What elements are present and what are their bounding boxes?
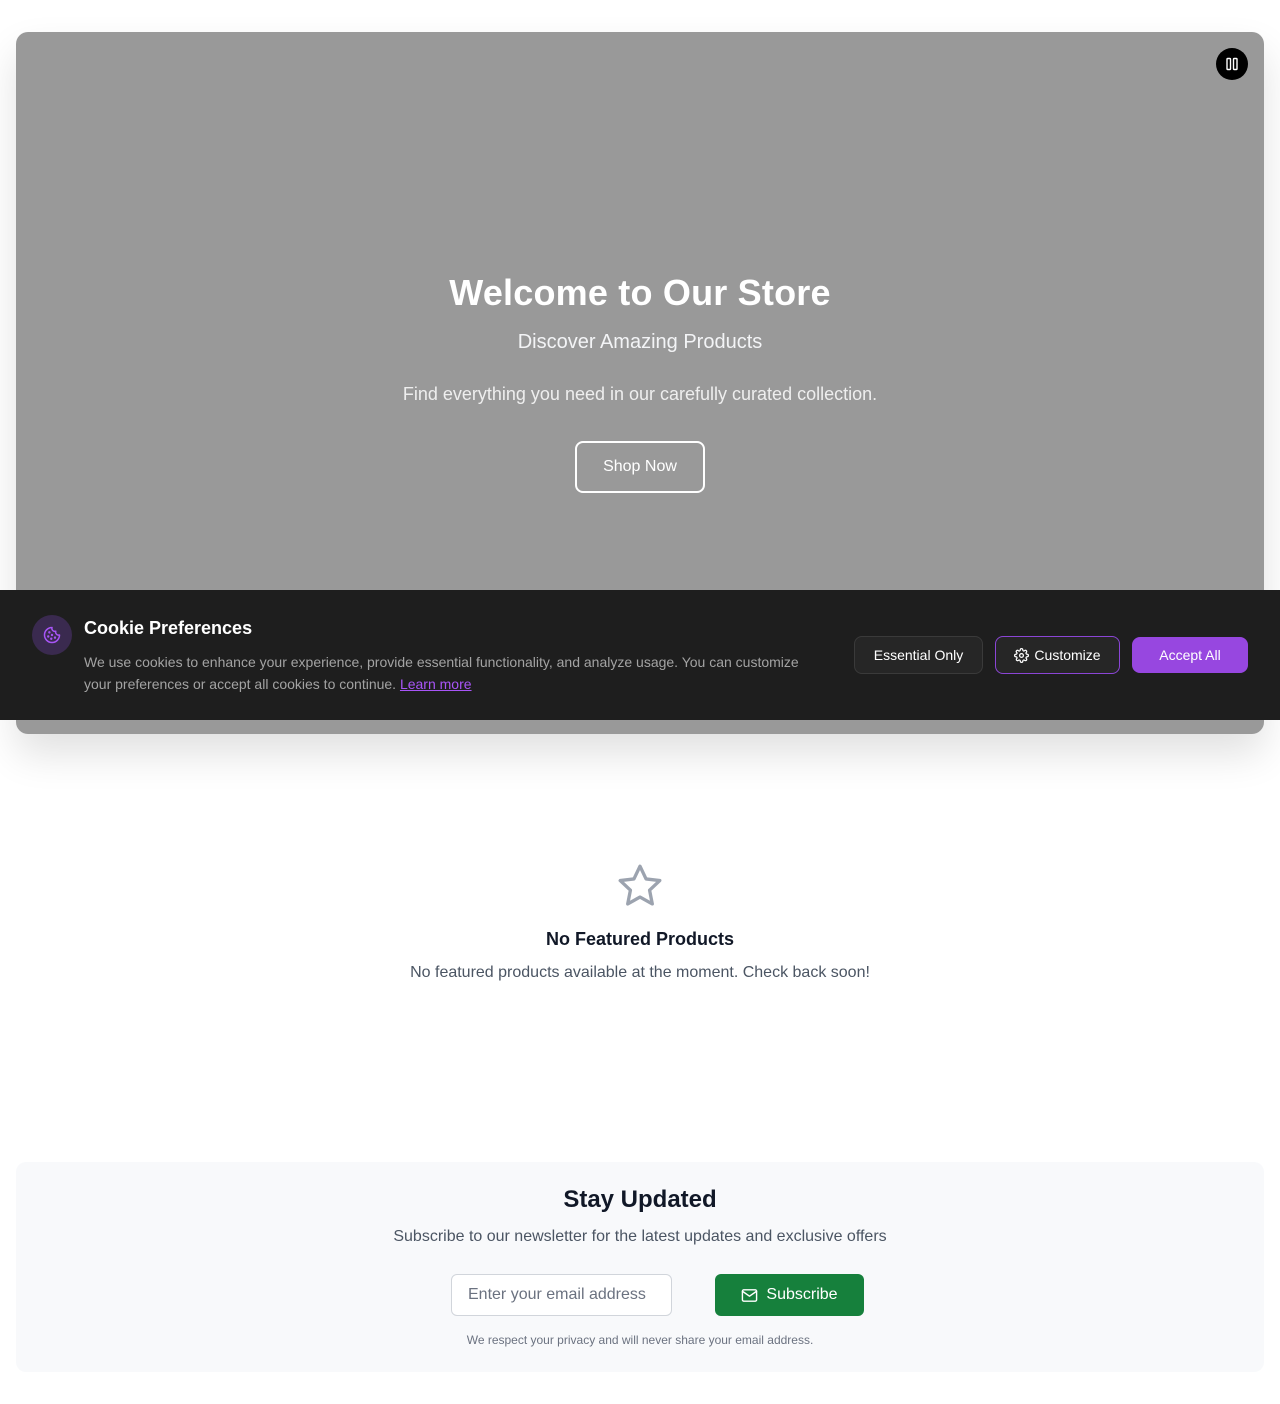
essential-only-button[interactable]: Essential Only [854,636,983,674]
privacy-note: We respect your privacy and will never s… [466,1333,814,1347]
cookie-icon-badge [32,615,72,655]
cookie-icon [43,626,61,644]
cookie-title: Cookie Preferences [84,618,253,638]
pause-icon [1226,57,1238,71]
empty-state-title: No Featured Products [545,929,735,949]
star-icon [618,864,662,906]
mail-icon [742,1288,758,1302]
hero-subtitle: Discover Amazing Products [517,331,763,353]
newsletter-title: Stay Updated [563,1186,717,1213]
learn-more-link[interactable]: Learn more [400,676,472,692]
email-input[interactable] [451,1274,672,1316]
subscribe-label: Subscribe [766,1286,838,1303]
pause-button[interactable] [1216,48,1248,80]
hero-description: Find everything you need in our carefull… [402,384,878,404]
empty-state-text: No featured products available at the mo… [410,964,870,981]
hero-title: Welcome to Our Store [449,272,831,313]
page: Welcome to Our Store Discover Amazing Pr… [0,0,1280,1404]
customize-button[interactable]: Customize [995,636,1120,674]
cookie-consent-bar: Cookie Preferences We use cookies to enh… [0,590,1280,720]
newsletter-section: Stay Updated Subscribe to our newsletter… [16,1162,1264,1372]
accept-all-button[interactable]: Accept All [1132,637,1248,673]
cookie-description: We use cookies to enhance your experienc… [84,651,804,695]
gear-icon [1014,647,1030,663]
customize-label: Customize [1034,647,1101,663]
newsletter-subtitle: Subscribe to our newsletter for the late… [393,1228,887,1245]
shop-now-button[interactable]: Shop Now [575,441,705,493]
subscribe-button[interactable]: Subscribe [715,1274,864,1316]
